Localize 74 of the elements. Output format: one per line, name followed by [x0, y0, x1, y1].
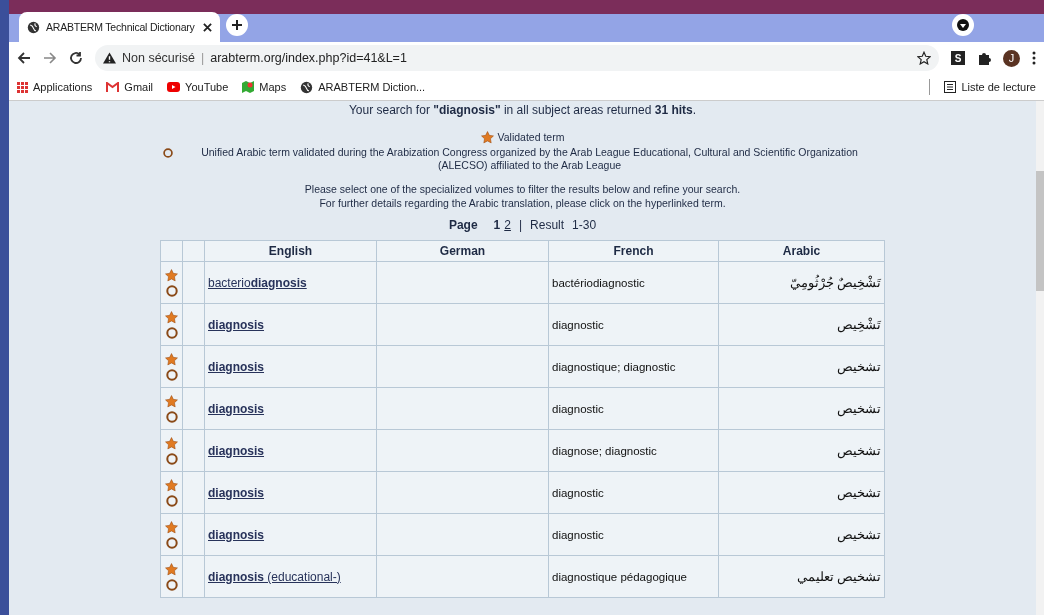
tab-search-button[interactable]: [952, 14, 974, 36]
reading-list-button[interactable]: Liste de lecture: [961, 81, 1036, 93]
separator-text: |: [518, 218, 523, 232]
separator-text: |: [200, 51, 205, 65]
page-label: Page: [448, 218, 478, 232]
address-bar[interactable]: Non sécurisé | arabterm.org/index.php?id=41&L=1: [95, 45, 939, 71]
instruction-text: Please select one of the specialized volumes to filter the results below and refine your search.: [304, 182, 741, 196]
plus-icon: [231, 19, 243, 31]
term-link[interactable]: diagnosis: [208, 485, 264, 500]
close-icon[interactable]: [203, 22, 212, 32]
term-link[interactable]: diagnosis: [208, 359, 264, 374]
url-text: arabterm.org/index.php?id=41&L=1: [210, 51, 407, 65]
column-header: Arabic: [718, 240, 885, 262]
globe-icon: [27, 20, 40, 34]
search-summary: Your search for "diagnosis" in all subject areas returned 31 hits.: [348, 103, 697, 117]
table-cell: تشخيص: [837, 402, 881, 416]
term-link[interactable]: diagnosis: [208, 443, 264, 458]
bookmark-link[interactable]: Applications: [33, 81, 93, 93]
puzzle-icon[interactable]: [977, 51, 991, 65]
back-icon[interactable]: [17, 51, 31, 65]
table-cell: diagnostic: [552, 486, 604, 499]
term-link[interactable]: bacteriodiagnosis: [208, 275, 307, 290]
browser-tab[interactable]: ARABTERM Technical Dictionary: [19, 12, 220, 42]
instruction-text: For further details regarding the Arabic translation, please click on the hyperlinked term.: [319, 196, 726, 210]
menu-icon[interactable]: [1032, 51, 1036, 65]
table-cell: diagnostic: [552, 318, 604, 331]
star-outline-icon[interactable]: [917, 51, 931, 65]
apps-grid-icon: [17, 81, 28, 93]
play-icon: [167, 82, 181, 92]
table-cell: diagnose; diagnostic: [552, 444, 657, 457]
caret-icon: [957, 19, 969, 31]
star-icon: [480, 131, 494, 144]
scrollbar[interactable]: [1036, 101, 1044, 615]
forward-icon[interactable]: [43, 51, 57, 65]
column-header: French: [548, 240, 719, 262]
page-link[interactable]: 2: [504, 218, 511, 232]
result-label: Result: [530, 218, 565, 232]
table-cell: diagnostique pédagogique: [552, 570, 687, 583]
table-cell: diagnostic: [552, 402, 604, 415]
table-cell: bactériodiagnostic: [552, 276, 645, 289]
tab-title: ARABTERM Technical Dictionary: [46, 21, 196, 33]
term-link[interactable]: diagnosis: [208, 401, 264, 416]
table-cell: diagnostique; diagnostic: [552, 360, 676, 373]
bookmark-link[interactable]: YouTube: [185, 81, 229, 93]
mail-icon: [106, 82, 120, 92]
security-label: Non sécurisé: [122, 51, 195, 65]
new-tab-button[interactable]: [226, 14, 248, 36]
term-link[interactable]: diagnosis: [208, 527, 264, 542]
globe-icon: [300, 80, 314, 94]
table-cell: تشخيص: [837, 444, 881, 458]
map-pin-icon: [242, 81, 255, 93]
column-header: German: [376, 240, 549, 262]
legend-text: Validated term: [497, 131, 565, 144]
table-cell: تشخيص: [837, 360, 881, 374]
profile-avatar[interactable]: J: [1003, 49, 1020, 67]
bookmark-link[interactable]: Gmail: [124, 81, 154, 93]
table-cell: تشخيص: [837, 486, 881, 500]
legend-text: Unified Arabic term validated during the Arabization Congress organized by the Arab League Educational, Cultural and Scientific Organization (ALECSO) affiliated to the Arab League: [200, 146, 859, 172]
table-cell: diagnostic: [552, 528, 604, 541]
term-link[interactable]: diagnosis: [208, 317, 264, 332]
warning-icon: [103, 52, 116, 64]
table-cell: تَشْخِيصٌ جُرْثُومِيّ: [789, 276, 881, 290]
circle-icon: [162, 147, 173, 159]
table-cell: تشخيص: [837, 528, 881, 542]
page-link[interactable]: 1: [493, 218, 501, 232]
column-header: English: [204, 240, 377, 262]
table-cell: تشخيص تعليمي: [796, 570, 881, 584]
table-cell: تَشْخِيص: [837, 318, 881, 332]
result-range: 1-30: [572, 218, 597, 232]
reload-icon[interactable]: [69, 51, 83, 65]
bookmark-link[interactable]: Maps: [259, 81, 287, 93]
extension-button[interactable]: S: [951, 51, 965, 65]
bookmark-link[interactable]: ARABTERM Diction...: [318, 81, 426, 93]
list-icon: [944, 81, 957, 93]
